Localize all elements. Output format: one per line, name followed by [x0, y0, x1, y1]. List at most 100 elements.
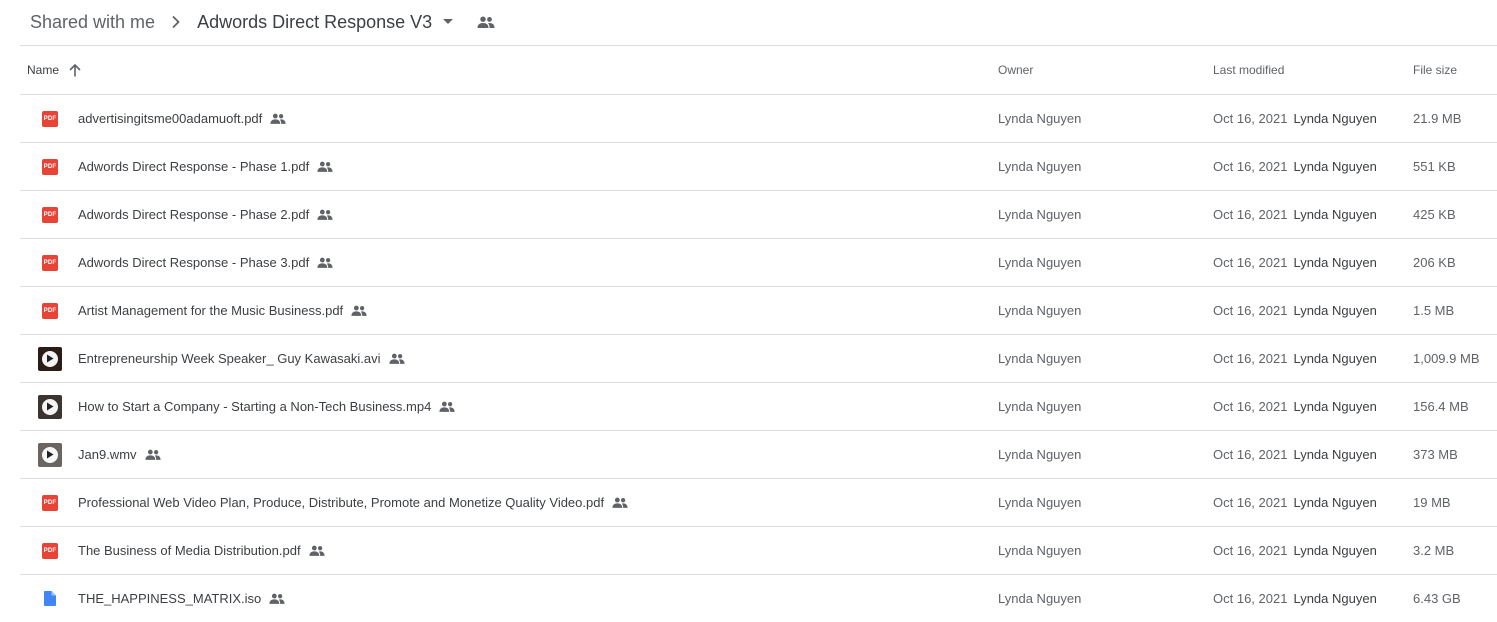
- shared-icon: [612, 494, 630, 512]
- modified-date: Oct 16, 2021: [1213, 159, 1288, 174]
- pdf-badge-label: PDF: [42, 542, 58, 559]
- shared-icon: [269, 590, 287, 608]
- file-last-modified: Oct 16, 2021 Lynda Nguyen: [1213, 303, 1413, 318]
- file-name[interactable]: Entrepreneurship Week Speaker_ Guy Kawas…: [78, 351, 381, 366]
- file-name[interactable]: Artist Management for the Music Business…: [78, 303, 343, 318]
- pdf-icon: PDF: [38, 107, 62, 131]
- file-name[interactable]: advertisingitsme00adamuoft.pdf: [78, 111, 262, 126]
- modified-by: Lynda Nguyen: [1293, 591, 1377, 606]
- file-size: 551 KB: [1413, 159, 1456, 174]
- breadcrumb: Shared with me Adwords Direct Response V…: [30, 0, 496, 44]
- column-header-last-modified[interactable]: Last modified: [1213, 63, 1413, 77]
- table-row[interactable]: Entrepreneurship Week Speaker_ Guy Kawas…: [20, 335, 1497, 383]
- modified-by: Lynda Nguyen: [1293, 399, 1377, 414]
- pdf-badge-label: PDF: [42, 302, 58, 319]
- file-owner: Lynda Nguyen: [998, 399, 1082, 414]
- column-name-label[interactable]: Name: [27, 63, 59, 77]
- table-row[interactable]: PDF advertisingitsme00adamuoft.pdf Lynda N…: [20, 95, 1497, 143]
- table-row[interactable]: PDF Adwords Direct Response - Phase 3.pdf…: [20, 239, 1497, 287]
- file-name-cell: Entrepreneurship Week Speaker_ Guy Kawas…: [20, 346, 998, 371]
- file-name[interactable]: Jan9.wmv: [78, 447, 137, 462]
- file-name[interactable]: Adwords Direct Response - Phase 3.pdf: [78, 255, 309, 270]
- shared-icon: [317, 254, 335, 272]
- table-row[interactable]: PDF Adwords Direct Response - Phase 1.pdf…: [20, 143, 1497, 191]
- pdf-badge-label: PDF: [42, 158, 58, 175]
- modified-date: Oct 16, 2021: [1213, 447, 1288, 462]
- file-name[interactable]: THE_HAPPINESS_MATRIX.iso: [78, 591, 261, 606]
- file-owner: Lynda Nguyen: [998, 207, 1082, 222]
- modified-date: Oct 16, 2021: [1213, 351, 1288, 366]
- modified-by: Lynda Nguyen: [1293, 207, 1377, 222]
- file-size: 425 KB: [1413, 207, 1456, 222]
- file-name-cell: PDF The Business of Media Distribution.pd…: [20, 539, 998, 563]
- modified-by: Lynda Nguyen: [1293, 303, 1377, 318]
- sort-ascending-icon[interactable]: [69, 63, 83, 77]
- file-last-modified: Oct 16, 2021 Lynda Nguyen: [1213, 255, 1413, 270]
- play-icon: [42, 350, 58, 367]
- file-name[interactable]: The Business of Media Distribution.pdf: [78, 543, 301, 558]
- modified-date: Oct 16, 2021: [1213, 495, 1288, 510]
- table-row[interactable]: PDF The Business of Media Distribution.pd…: [20, 527, 1497, 575]
- file-last-modified: Oct 16, 2021 Lynda Nguyen: [1213, 399, 1413, 414]
- file-last-modified: Oct 16, 2021 Lynda Nguyen: [1213, 591, 1413, 606]
- file-size: 156.4 MB: [1413, 399, 1469, 414]
- modified-date: Oct 16, 2021: [1213, 111, 1288, 126]
- pdf-icon: PDF: [38, 299, 62, 323]
- table-row[interactable]: Jan9.wmv Lynda Nguyen Oct 16, 2021 Lynda Ng…: [20, 431, 1497, 479]
- file-name-cell: PDF Adwords Direct Response - Phase 3.pdf: [20, 251, 998, 275]
- file-size: 21.9 MB: [1413, 111, 1462, 126]
- table-row[interactable]: PDF Professional Web Video Plan, Produce,…: [20, 479, 1497, 527]
- video-thumbnail-icon: [38, 346, 62, 371]
- modified-date: Oct 16, 2021: [1213, 591, 1288, 606]
- file-name-cell: PDF Artist Management for the Music Busin…: [20, 299, 998, 323]
- file-size: 19 MB: [1413, 495, 1451, 510]
- file-name-cell: Jan9.wmv: [20, 442, 998, 467]
- file-name[interactable]: Adwords Direct Response - Phase 2.pdf: [78, 207, 309, 222]
- file-name[interactable]: How to Start a Company - Starting a Non-…: [78, 399, 431, 414]
- caret-down-icon[interactable]: [442, 16, 454, 28]
- modified-by: Lynda Nguyen: [1293, 159, 1377, 174]
- file-name-cell: THE_HAPPINESS_MATRIX.iso: [20, 587, 998, 611]
- column-header-name[interactable]: Name: [20, 63, 998, 77]
- modified-by: Lynda Nguyen: [1293, 447, 1377, 462]
- file-name-cell: How to Start a Company - Starting a Non-…: [20, 394, 998, 419]
- modified-by: Lynda Nguyen: [1293, 255, 1377, 270]
- file-name-cell: PDF Adwords Direct Response - Phase 1.pdf: [20, 155, 998, 179]
- file-name-cell: PDF Adwords Direct Response - Phase 2.pdf: [20, 203, 998, 227]
- table-row[interactable]: THE_HAPPINESS_MATRIX.iso Lynda Nguyen Oct …: [20, 575, 1497, 622]
- chevron-right-icon: [167, 13, 185, 31]
- file-last-modified: Oct 16, 2021 Lynda Nguyen: [1213, 111, 1413, 126]
- breadcrumb-shared-with-me[interactable]: Shared with me: [30, 12, 155, 33]
- pdf-icon: PDF: [38, 251, 62, 275]
- column-header-file-size[interactable]: File size: [1413, 63, 1497, 77]
- file-last-modified: Oct 16, 2021 Lynda Nguyen: [1213, 207, 1413, 222]
- shared-icon: [317, 158, 335, 176]
- file-owner: Lynda Nguyen: [998, 543, 1082, 558]
- table-row[interactable]: PDF Adwords Direct Response - Phase 2.pdf…: [20, 191, 1497, 239]
- shared-icon: [317, 206, 335, 224]
- pdf-badge-label: PDF: [42, 254, 58, 271]
- file-name[interactable]: Adwords Direct Response - Phase 1.pdf: [78, 159, 309, 174]
- table-row[interactable]: How to Start a Company - Starting a Non-…: [20, 383, 1497, 431]
- breadcrumb-current-folder[interactable]: Adwords Direct Response V3: [197, 12, 432, 33]
- column-header-owner[interactable]: Owner: [998, 63, 1213, 77]
- file-last-modified: Oct 16, 2021 Lynda Nguyen: [1213, 495, 1413, 510]
- table-row[interactable]: PDF Artist Management for the Music Busin…: [20, 287, 1497, 335]
- file-owner: Lynda Nguyen: [998, 351, 1082, 366]
- file-name[interactable]: Professional Web Video Plan, Produce, Di…: [78, 495, 604, 510]
- shared-folder-icon[interactable]: [476, 12, 496, 32]
- modified-by: Lynda Nguyen: [1293, 351, 1377, 366]
- modified-date: Oct 16, 2021: [1213, 543, 1288, 558]
- modified-date: Oct 16, 2021: [1213, 399, 1288, 414]
- pdf-badge-label: PDF: [42, 206, 58, 223]
- shared-icon: [270, 110, 288, 128]
- pdf-badge-label: PDF: [42, 110, 58, 127]
- file-list: Name Owner Last modified File size PDF ad…: [20, 46, 1497, 622]
- file-size: 3.2 MB: [1413, 543, 1455, 558]
- file-size: 206 KB: [1413, 255, 1456, 270]
- file-owner: Lynda Nguyen: [998, 495, 1082, 510]
- file-icon: [38, 587, 62, 611]
- folder-title: Adwords Direct Response V3: [197, 11, 433, 32]
- file-owner: Lynda Nguyen: [998, 159, 1082, 174]
- shared-icon: [309, 542, 327, 560]
